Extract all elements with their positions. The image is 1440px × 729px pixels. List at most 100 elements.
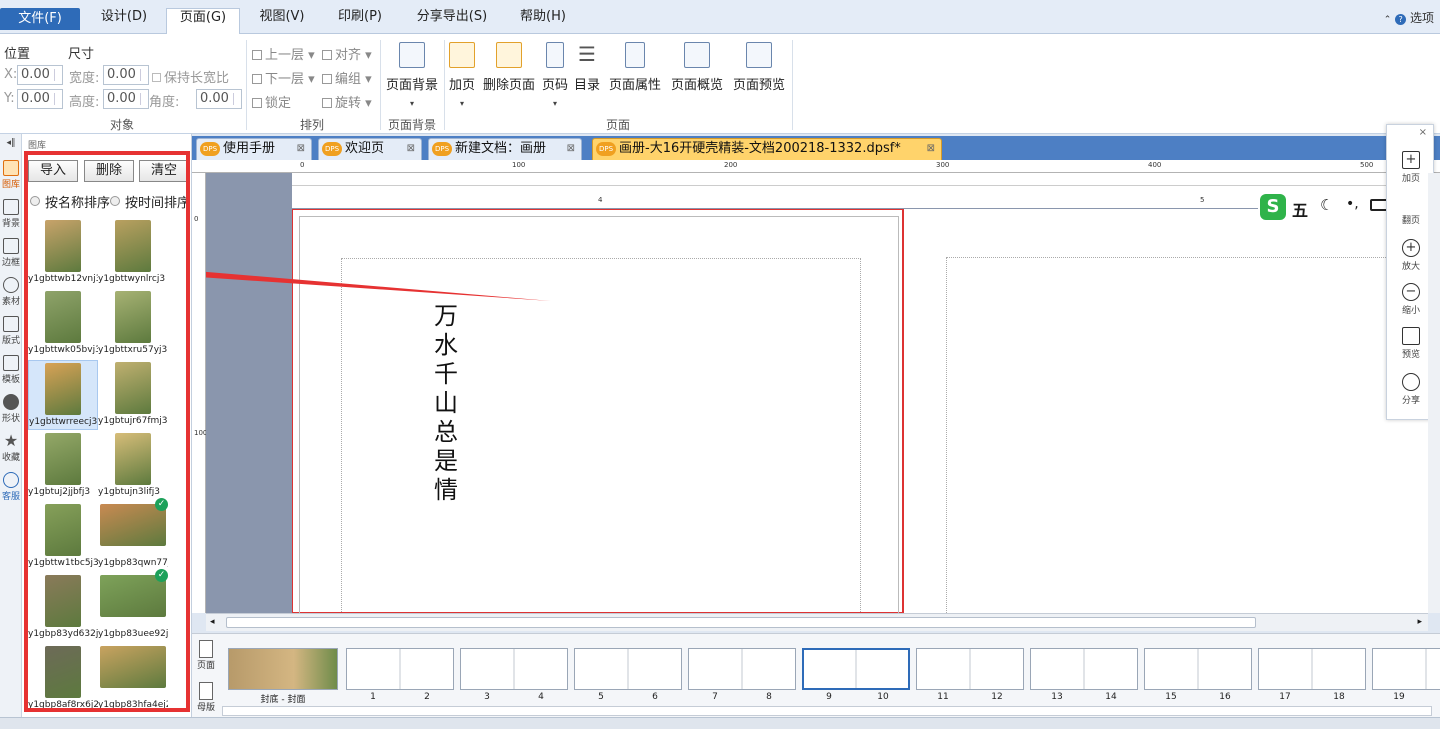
group-label: 编组 — [335, 72, 362, 87]
library-image-item[interactable]: y1gbp83yd632j2 — [28, 573, 98, 643]
tab-active-document[interactable]: DPS 画册-大16开硬壳精装-文档200218-1332.dpsf* ⊠ — [592, 138, 942, 160]
tab-new-album[interactable]: DPS 新建文档：画册 ⊠ — [428, 138, 582, 160]
page-thumbnail-spread[interactable] — [1258, 648, 1366, 690]
float-label: 放大 — [1401, 262, 1420, 272]
library-image-item[interactable]: y1gbp83qwn77j2 ✓ — [98, 498, 168, 572]
page-thumbnail-spread[interactable] — [1372, 648, 1440, 690]
page-overview-button[interactable]: 页面概览 — [668, 42, 726, 93]
menu-file[interactable]: 文件(F) — [0, 8, 80, 30]
keep-ratio-checkbox[interactable]: 保持长宽比 — [152, 67, 229, 86]
ime-mode[interactable]: 五 — [1292, 197, 1308, 221]
punctuation-icon[interactable]: •, — [1346, 196, 1359, 212]
sogou-logo-icon[interactable]: S — [1260, 194, 1286, 220]
master-icon — [199, 682, 213, 700]
tab-welcome[interactable]: DPS 欢迎页 ⊠ — [318, 138, 422, 160]
library-image-item[interactable]: y1gbtuj2jjbfj3 — [28, 431, 98, 501]
collapse-panel-icon[interactable]: ◂‖ — [0, 138, 22, 148]
import-button[interactable]: 导入 — [28, 160, 78, 182]
page-background-button[interactable]: 页面背景 ▾ — [383, 42, 441, 108]
width-input[interactable]: 0.00 — [103, 65, 149, 85]
close-icon[interactable]: ⊠ — [927, 139, 935, 159]
page-thumbnail-spread[interactable] — [1144, 648, 1252, 690]
page-number-button[interactable]: 页码 ▾ — [540, 42, 570, 108]
close-icon[interactable]: ⊠ — [567, 139, 575, 159]
delete-page-button[interactable]: 删除页面 — [480, 42, 538, 93]
delete-button[interactable]: 删除 — [84, 160, 134, 182]
library-image-item[interactable]: y1gbtujr67fmj3 — [98, 360, 168, 430]
angle-input[interactable]: 0.00 — [196, 89, 242, 109]
page-preview-button[interactable]: 页面预览 — [730, 42, 788, 93]
add-page-button[interactable]: 加页 ▾ — [446, 42, 478, 108]
close-icon[interactable]: ⊠ — [407, 139, 415, 159]
page-thumbnail-spread[interactable] — [688, 648, 796, 690]
group-button[interactable]: 编组 ▾ — [322, 68, 372, 87]
grid-icon — [684, 42, 710, 68]
strip-template[interactable]: 模板 — [0, 355, 22, 385]
close-icon[interactable]: × — [1419, 127, 1427, 138]
options-button[interactable]: ⌃ ? 选项 — [1384, 9, 1434, 26]
scroll-left-icon[interactable]: ◂ — [210, 617, 215, 627]
library-image-item[interactable]: y1gbttw1tbc5j3 — [28, 502, 98, 572]
sort-by-name-radio[interactable]: 按名称排序 — [30, 192, 114, 211]
strip-favorites[interactable]: ★ 收藏 — [0, 433, 22, 464]
design-canvas[interactable]: 4 5 万 水 千 山 总 是 情 — [206, 173, 1428, 613]
vertical-scrollbar[interactable] — [1428, 173, 1440, 613]
menu-share[interactable]: 分享导出(S) — [402, 8, 502, 34]
filmstrip-pages-tab[interactable]: 页面 — [194, 640, 218, 671]
y-input[interactable]: 0.00 — [17, 89, 63, 109]
library-image-item[interactable]: y1gbttwrreecj3 — [28, 360, 98, 430]
help-icon[interactable]: ? — [1395, 14, 1407, 25]
page-thumbnail-spread[interactable] — [802, 648, 910, 690]
close-icon[interactable]: ⊠ — [297, 139, 305, 159]
page-properties-icon — [625, 42, 645, 68]
strip-library[interactable]: 图库 — [0, 160, 22, 190]
page-thumbnail-cover[interactable] — [228, 648, 338, 690]
menu-page[interactable]: 页面(G) — [166, 8, 240, 35]
sort-by-time-radio[interactable]: 按时间排序 — [110, 192, 190, 211]
clear-button[interactable]: 清空 — [139, 160, 189, 182]
toc-button[interactable]: ☰ 目录 — [572, 42, 602, 93]
filmstrip-scrollbar[interactable] — [222, 706, 1432, 716]
menu-help[interactable]: 帮助(H) — [508, 8, 578, 34]
scroll-right-icon[interactable]: ▸ — [1417, 617, 1422, 627]
filmstrip-master-tab[interactable]: 母版 — [194, 682, 218, 713]
library-image-item[interactable]: y1gbp83hfa4ej2 — [98, 644, 168, 714]
collapse-ribbon-icon[interactable]: ⌃ — [1384, 15, 1392, 25]
page-thumbnail-spread[interactable] — [460, 648, 568, 690]
menu-view[interactable]: 视图(V) — [246, 8, 318, 34]
strip-background[interactable]: 背景 — [0, 199, 22, 229]
page-properties-button[interactable]: 页面属性 — [606, 42, 664, 93]
page-thumbnail-spread[interactable] — [346, 648, 454, 690]
tab-manual[interactable]: DPS 使用手册 ⊠ — [196, 138, 312, 160]
x-input[interactable]: 0.00 — [17, 65, 63, 85]
lock-button[interactable]: 锁定 — [252, 92, 291, 111]
image-preview — [115, 220, 151, 272]
tab-label: 画册-大16开硬壳精装-文档200218-1332.dpsf* — [619, 141, 901, 156]
horizontal-scrollbar[interactable]: ◂ ▸ — [206, 613, 1428, 631]
page-thumbnail-spread[interactable] — [1030, 648, 1138, 690]
strip-support[interactable]: 客服 — [0, 472, 22, 502]
page-thumbnail-spread[interactable] — [574, 648, 682, 690]
menu-design[interactable]: 设计(D) — [86, 8, 162, 34]
strip-layout[interactable]: 版式 — [0, 316, 22, 346]
menu-print[interactable]: 印刷(P) — [324, 8, 396, 34]
rotate-button[interactable]: 旋转 ▾ — [322, 92, 372, 111]
strip-shape[interactable]: 形状 — [0, 394, 22, 424]
bring-up-button[interactable]: 上一层 ▾ — [252, 44, 315, 63]
height-input[interactable]: 0.00 — [103, 89, 149, 109]
library-image-item[interactable]: y1gbp83uee92j2 ✓ — [98, 569, 168, 643]
scroll-thumb[interactable] — [226, 617, 1256, 628]
library-image-item[interactable]: y1gbttwb12vnj3 — [28, 218, 98, 288]
library-image-item[interactable]: y1gbttwk05bvj3 — [28, 289, 98, 359]
library-image-item[interactable]: y1gbtujn3lifj3 — [98, 431, 168, 501]
library-image-item[interactable]: y1gbp8af8rx6j2 — [28, 644, 98, 714]
library-image-item[interactable]: y1gbttxru57yj3 — [98, 289, 168, 359]
strip-border[interactable]: 边框 — [0, 238, 22, 268]
page-thumbnail-spread[interactable] — [916, 648, 1024, 690]
send-down-button[interactable]: 下一层 ▾ — [252, 68, 315, 87]
dropdown-arrow-icon: ▾ — [552, 99, 557, 108]
align-button[interactable]: 对齐 ▾ — [322, 44, 372, 63]
strip-material[interactable]: 素材 — [0, 277, 22, 307]
library-image-item[interactable]: y1gbttwynlrcj3 — [98, 218, 168, 288]
moon-icon[interactable]: ☾ — [1320, 196, 1333, 214]
